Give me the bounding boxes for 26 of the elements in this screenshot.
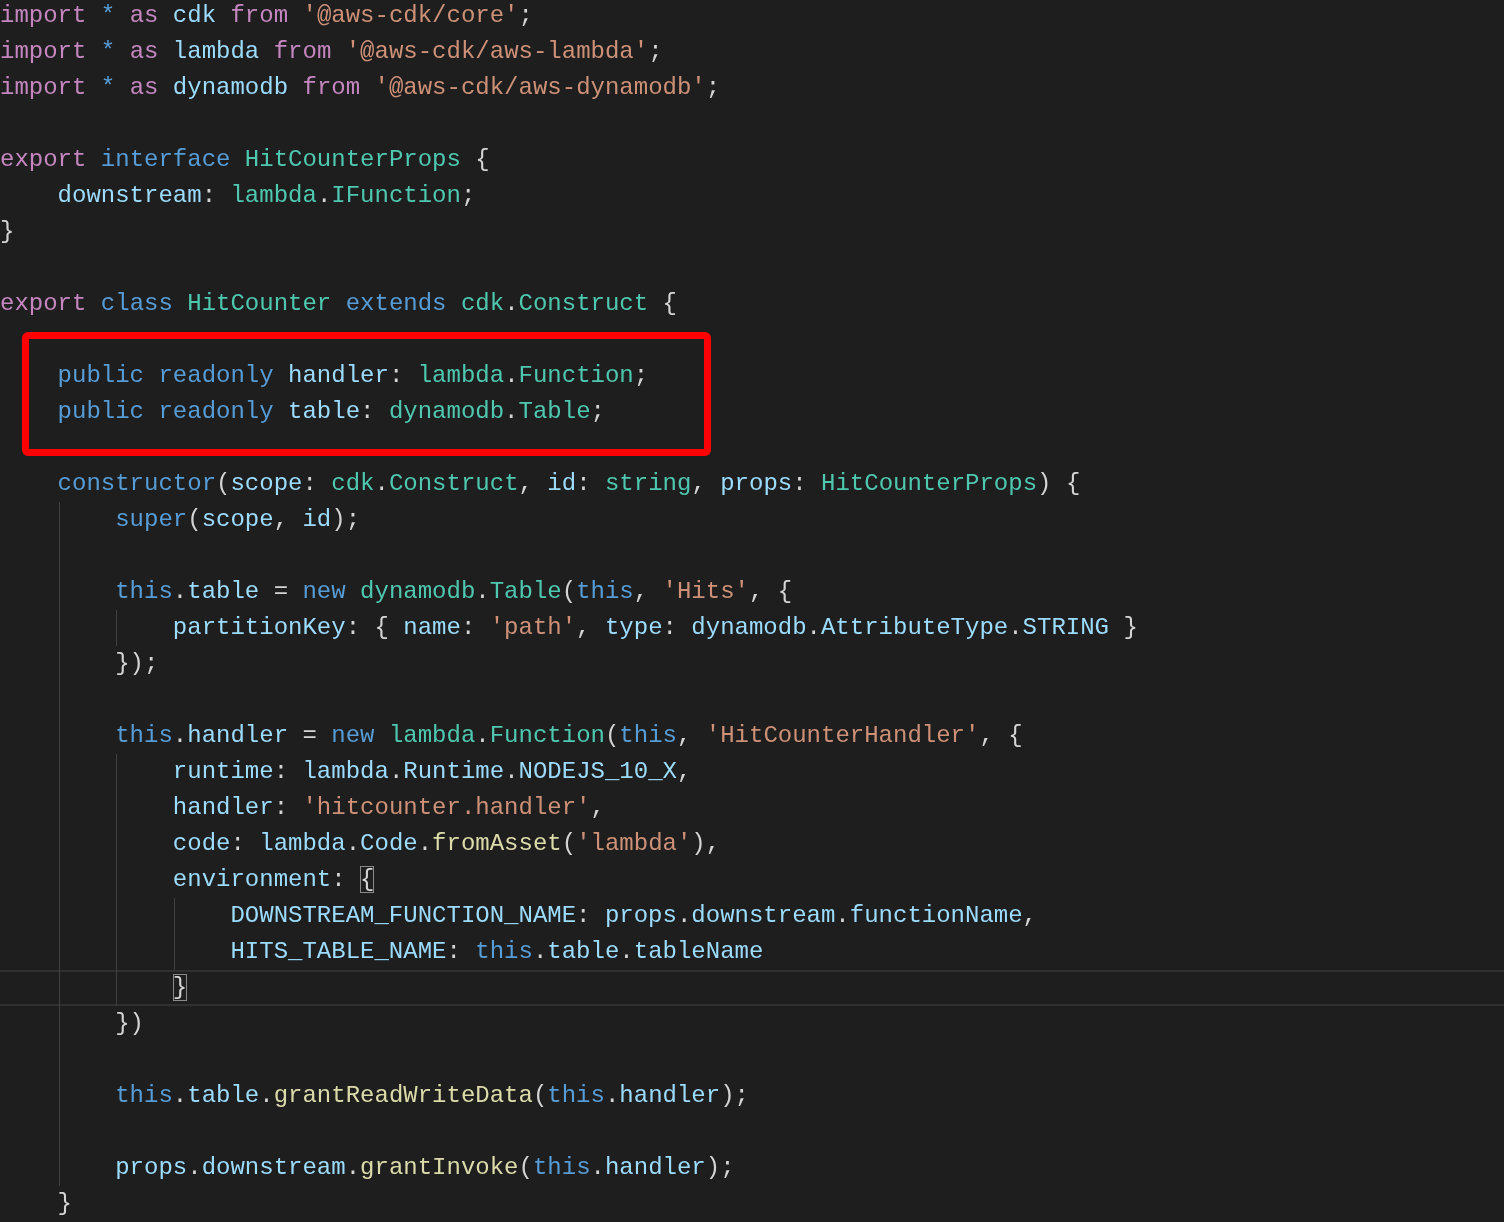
code-line: downstream: lambda.IFunction;: [56, 181, 476, 211]
code-line: public readonly table: dynamodb.Table;: [56, 397, 605, 427]
code-line: this.handler = new lambda.Function(this, 'HitCounterHandler', {: [114, 721, 1023, 751]
code-line: }): [114, 1009, 145, 1039]
code-line: import * as lambda from '@aws-cdk/aws-lambda';: [0, 37, 663, 67]
code-line: super(scope, id);: [114, 505, 361, 535]
code-line: export interface HitCounterProps {: [0, 145, 490, 175]
code-line: DOWNSTREAM_FUNCTION_NAME: props.downstream.functionName,: [229, 901, 1037, 931]
code-line: code: lambda.Code.fromAsset('lambda'),: [171, 829, 721, 859]
code-line: partitionKey: { name: 'path', type: dynamodb.AttributeType.STRING }: [171, 613, 1138, 643]
code-line: }: [0, 217, 15, 247]
code-line: }: [171, 973, 188, 1003]
code-line: HITS_TABLE_NAME: this.table.tableName: [229, 937, 764, 967]
code-line: this.table.grantReadWriteData(this.handler);: [114, 1081, 749, 1111]
code-line: this.table = new dynamodb.Table(this, 'Hits', {: [114, 577, 793, 607]
code-line: environment: {: [171, 865, 375, 895]
code-line: }: [56, 1189, 72, 1219]
code-line: public readonly handler: lambda.Function;: [56, 361, 649, 391]
code-line: handler: 'hitcounter.handler',: [171, 793, 605, 823]
code-line: export class HitCounter extends cdk.Construct {: [0, 289, 677, 319]
code-line: import * as cdk from '@aws-cdk/core';: [0, 1, 533, 31]
code-line: import * as dynamodb from '@aws-cdk/aws-dynamodb';: [0, 73, 721, 103]
code-line: props.downstream.grantInvoke(this.handler);: [114, 1153, 735, 1183]
code-line: });: [114, 649, 159, 679]
code-line: runtime: lambda.Runtime.NODEJS_10_X,: [171, 757, 692, 787]
code-line: constructor(scope: cdk.Construct, id: string, props: HitCounterProps) {: [56, 469, 1081, 499]
